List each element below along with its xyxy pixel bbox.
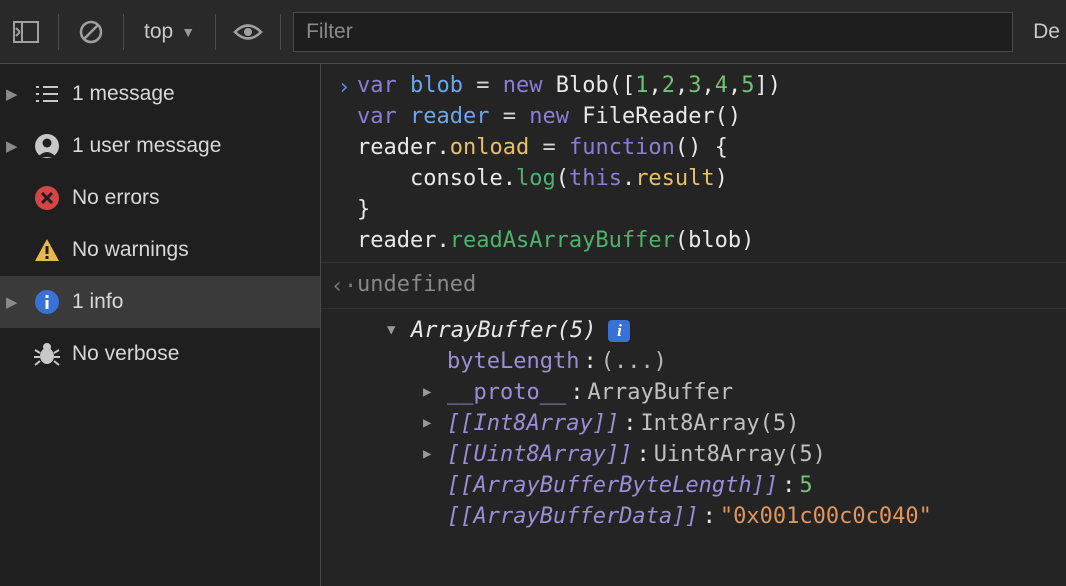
message-filter-sidebar: ▶ 1 message ▶ 1 user message No errors No war…: [0, 64, 321, 586]
console-log-row[interactable]: ▼ArrayBuffer(5)ibyteLength: (...)▶__prot…: [321, 309, 1066, 538]
property-value: Uint8Array(5): [654, 439, 826, 470]
expand-arrow-icon: ▶: [6, 137, 22, 155]
object-property[interactable]: ▶__proto__: ArrayBuffer: [387, 377, 1066, 408]
sidebar-item-label: 1 user message: [72, 134, 221, 158]
return-value: undefined: [357, 269, 1066, 302]
property-value: (...): [601, 346, 667, 377]
property-key: [[ArrayBufferByteLength]]: [447, 470, 778, 501]
object-constructor-name: ArrayBuffer(5): [411, 315, 596, 346]
toggle-sidebar-icon[interactable]: [6, 12, 46, 52]
object-property[interactable]: [[ArrayBufferByteLength]]: 5: [387, 470, 1066, 501]
object-property[interactable]: ▶[[Uint8Array]]: Uint8Array(5): [387, 439, 1066, 470]
toolbar-divider: [280, 14, 281, 50]
info-icon: [32, 289, 62, 315]
eye-icon[interactable]: [228, 12, 268, 52]
expand-triangle-icon[interactable]: ▶: [423, 408, 437, 439]
object-property[interactable]: [[ArrayBufferData]]: "0x001c00c0c040": [387, 501, 1066, 532]
sidebar-item-warning[interactable]: No warnings: [0, 224, 320, 276]
property-key: [[ArrayBufferData]]: [447, 501, 699, 532]
toolbar-right-label: De: [1019, 20, 1060, 44]
collapse-triangle-icon[interactable]: ▼: [387, 315, 401, 346]
console-output: › var blob = new Blob([1,2,3,4,5]) var r…: [321, 64, 1066, 586]
console-toolbar: top ▼ De: [0, 0, 1066, 64]
input-prompt-icon: ›: [331, 70, 357, 256]
toolbar-divider: [58, 14, 59, 50]
log-gutter: [331, 315, 357, 532]
property-key: [[Int8Array]]: [447, 408, 619, 439]
console-code: var blob = new Blob([1,2,3,4,5]) var rea…: [357, 70, 1066, 256]
info-icon[interactable]: i: [608, 320, 630, 342]
expand-arrow-icon: ▶: [6, 85, 22, 103]
chevron-down-icon: ▼: [181, 24, 195, 40]
property-value: 5: [799, 470, 812, 501]
clear-console-icon[interactable]: [71, 12, 111, 52]
expand-triangle-icon[interactable]: ▶: [423, 439, 437, 470]
warning-icon: [32, 237, 62, 263]
context-label: top: [144, 20, 173, 44]
error-icon: [32, 185, 62, 211]
object-header[interactable]: ▼ ArrayBuffer(5) i: [387, 315, 1066, 346]
sidebar-item-label: No warnings: [72, 238, 189, 262]
user-icon: [32, 133, 62, 159]
bug-icon: [32, 341, 62, 367]
sidebar-item-label: 1 info: [72, 290, 123, 314]
console-return-row: ‹· undefined: [321, 263, 1066, 309]
sidebar-item-label: No verbose: [72, 342, 179, 366]
property-value: "0x001c00c0c040": [720, 501, 932, 532]
sidebar-item-bug[interactable]: No verbose: [0, 328, 320, 380]
console-input-row[interactable]: › var blob = new Blob([1,2,3,4,5]) var r…: [321, 64, 1066, 263]
property-value: Int8Array(5): [640, 408, 799, 439]
expand-triangle-icon[interactable]: ▶: [423, 377, 437, 408]
sidebar-item-label: 1 message: [72, 82, 175, 106]
property-key: [[Uint8Array]]: [447, 439, 632, 470]
expand-arrow-icon: ▶: [6, 293, 22, 311]
sidebar-item-user[interactable]: ▶ 1 user message: [0, 120, 320, 172]
sidebar-item-label: No errors: [72, 186, 160, 210]
toolbar-divider: [123, 14, 124, 50]
sidebar-item-error[interactable]: No errors: [0, 172, 320, 224]
return-arrow-icon: ‹·: [331, 269, 357, 302]
property-key: __proto__: [447, 377, 566, 408]
object-property[interactable]: byteLength: (...): [387, 346, 1066, 377]
filter-input[interactable]: [293, 12, 1013, 52]
sidebar-item-list[interactable]: ▶ 1 message: [0, 68, 320, 120]
object-tree[interactable]: ▼ArrayBuffer(5)ibyteLength: (...)▶__prot…: [357, 315, 1066, 532]
sidebar-item-info[interactable]: ▶ 1 info: [0, 276, 320, 328]
property-value: ArrayBuffer: [587, 377, 733, 408]
object-property[interactable]: ▶[[Int8Array]]: Int8Array(5): [387, 408, 1066, 439]
property-key: byteLength: [447, 346, 579, 377]
context-selector[interactable]: top ▼: [136, 20, 203, 44]
toolbar-divider: [215, 14, 216, 50]
list-icon: [32, 83, 62, 105]
